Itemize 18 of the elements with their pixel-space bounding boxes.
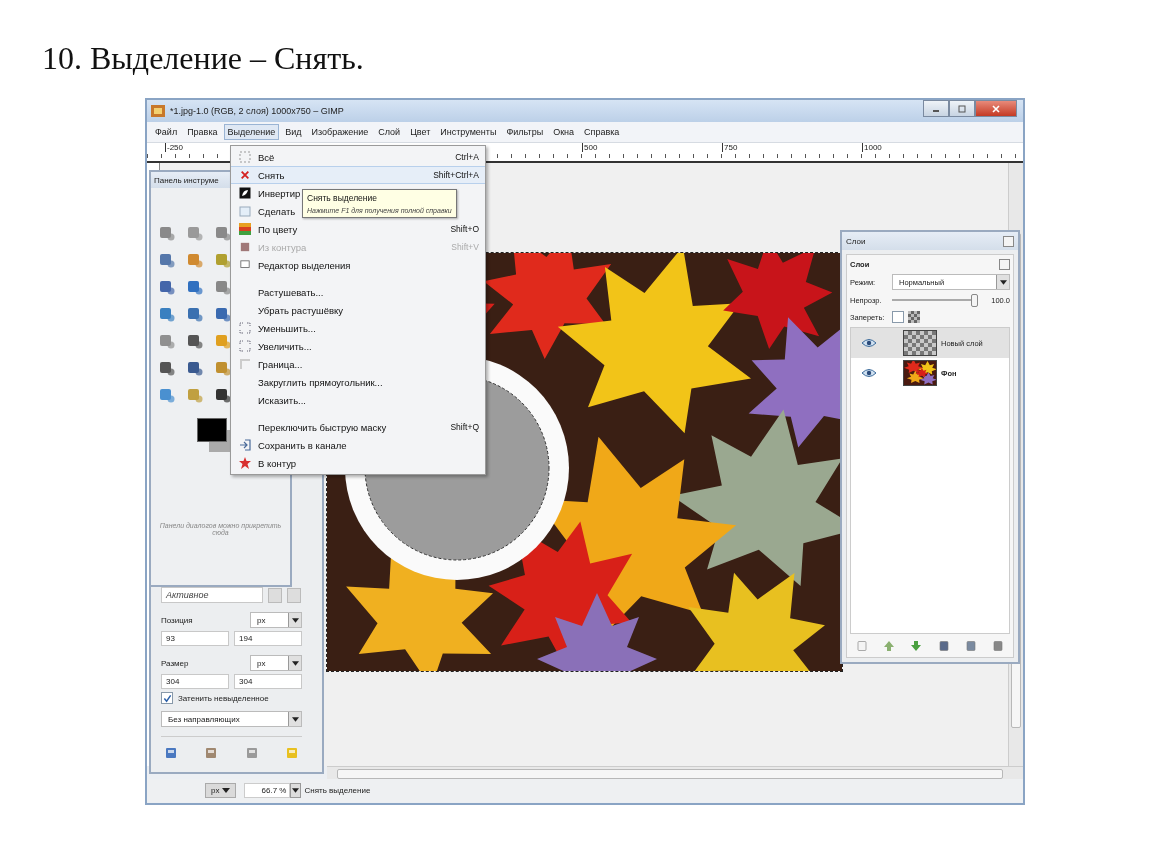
ruler-label: 750 [722, 143, 738, 152]
ruler-label: 500 [582, 143, 598, 152]
dialog-title: Слои [846, 236, 866, 246]
shortcut-label: Shift+Ctrl+A [433, 170, 479, 180]
tooltip-title: Снять выделение [307, 193, 378, 203]
shortcut-label: Ctrl+A [455, 152, 479, 162]
shortcut-label: Shift+V [451, 242, 479, 252]
checkbox-label: Затенить невыделенное [178, 693, 269, 703]
window-title: *1.jpg-1.0 (RGB, 2 слоя) 1000x750 – GIMP [170, 106, 344, 116]
status-message: Снять выделение [304, 786, 371, 795]
field-label: Позиция [161, 615, 193, 625]
ruler-label: -250 [165, 143, 183, 152]
shortcut-label: Shift+O [450, 224, 479, 234]
shortcut-label: Shift+Q [450, 422, 479, 432]
toolbox-title: Панель инструме [154, 175, 219, 185]
ruler-label: 1000 [862, 143, 882, 152]
slide-heading: 10. Выделение – Снять. [41, 39, 365, 78]
field-label: Размер [161, 658, 189, 668]
